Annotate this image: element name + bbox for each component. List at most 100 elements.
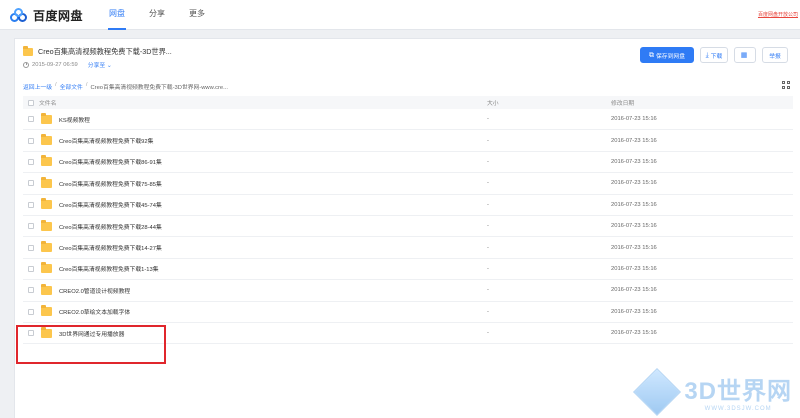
top-bar: 百度网盘 网盘 分享 更多 百度网盘开放公司	[0, 0, 800, 30]
file-size: -	[487, 308, 489, 315]
file-date: 2016-07-23 15:16	[611, 223, 657, 230]
file-name[interactable]: KS视频教程	[59, 115, 90, 124]
row-check-cell	[23, 158, 39, 165]
row-checkbox[interactable]	[28, 223, 34, 230]
share-to-label: 分享至	[87, 63, 106, 69]
logo-text: 百度网盘	[33, 9, 84, 23]
folder-icon	[41, 262, 52, 274]
file-size: -	[487, 116, 489, 123]
share-title: Creo百集高清视频教程免费下载-3D世界...	[38, 47, 172, 56]
file-name[interactable]: Creo百集高清视频教程免费下载92集	[59, 136, 153, 145]
table-row[interactable]: Creo百集高清视频教程免费下载45-74集 - 2016-07-23 15:1…	[23, 195, 793, 216]
file-date: 2016-07-23 15:16	[611, 308, 657, 315]
file-name[interactable]: Creo百集高清视频教程免费下载75-85集	[59, 179, 162, 188]
row-check-cell	[23, 308, 39, 315]
row-check-cell	[23, 287, 39, 294]
file-size: -	[487, 330, 489, 337]
highlight-annotation-box	[16, 325, 166, 364]
row-checkbox[interactable]	[28, 265, 34, 272]
share-date: 2015-09-27 06:59	[32, 61, 78, 68]
file-size: -	[487, 223, 489, 230]
row-name-cell: Creo百集高清视频教程免费下载75-85集	[39, 176, 487, 188]
breadcrumb-all-files[interactable]: 全部文件	[60, 82, 83, 91]
row-name-cell: CREO2.0草绘文本加载字体	[39, 305, 487, 317]
file-name[interactable]: Creo百集高清视频教程免费下载86-91集	[59, 157, 162, 166]
row-checkbox[interactable]	[28, 116, 34, 123]
table-row[interactable]: Creo百集高清视频教程免费下载1-13集 - 2016-07-23 15:16	[23, 259, 793, 281]
file-size: -	[487, 244, 489, 251]
save-to-disk-label: 保存到网盘	[656, 53, 685, 60]
folder-icon	[41, 219, 52, 231]
row-name-cell: Creo百集高清视频教程免费下载45-74集	[39, 198, 487, 210]
qr-code-button[interactable]: ▦	[734, 47, 756, 63]
file-name[interactable]: Creo百集高清视频教程免费下载45-74集	[59, 200, 162, 209]
nav-item-more[interactable]: 更多	[188, 0, 206, 30]
grid-view-icon[interactable]	[782, 81, 790, 89]
row-check-cell	[23, 244, 39, 251]
file-size: -	[487, 180, 489, 187]
row-checkbox[interactable]	[28, 244, 34, 251]
file-name[interactable]: CREO2.0草绘文本加载字体	[59, 307, 130, 316]
row-checkbox[interactable]	[28, 201, 34, 208]
row-check-cell	[23, 180, 39, 187]
breadcrumb-separator: /	[85, 82, 88, 88]
file-size: -	[487, 287, 489, 294]
folder-icon	[41, 112, 52, 124]
share-header: Creo百集高清视频教程免费下载-3D世界...	[23, 46, 172, 57]
row-checkbox[interactable]	[28, 308, 34, 315]
breadcrumb-back[interactable]: 返回上一级	[23, 82, 52, 91]
row-checkbox[interactable]	[28, 137, 34, 144]
file-date: 2016-07-23 15:16	[611, 244, 657, 251]
folder-icon	[41, 305, 52, 317]
table-row[interactable]: CREO2.0草绘文本加载字体 - 2016-07-23 15:16	[23, 302, 793, 323]
report-button[interactable]: 举报	[762, 47, 788, 63]
table-row[interactable]: CREO2.0管道设计视频教程 - 2016-07-23 15:16	[23, 280, 793, 302]
file-date: 2016-07-23 15:16	[611, 137, 657, 144]
file-name[interactable]: Creo百集高清视频教程免费下载28-44集	[59, 222, 162, 231]
main-nav: 网盘 分享 更多	[108, 0, 228, 30]
watermark-title: 3D世界网	[684, 378, 792, 405]
row-check-cell	[23, 137, 39, 144]
table-row[interactable]: Creo百集高清视频教程免费下载28-44集 - 2016-07-23 15:1…	[23, 216, 793, 238]
clock-icon	[23, 61, 29, 68]
file-name[interactable]: Creo百集高清视频教程免费下载1-13集	[59, 264, 159, 273]
table-row[interactable]: Creo百集高清视频教程免费下载92集 - 2016-07-23 15:16	[23, 130, 793, 152]
table-row[interactable]: Creo百集高清视频教程免费下载14-27集 - 2016-07-23 15:1…	[23, 237, 793, 259]
file-date: 2016-07-23 15:16	[611, 116, 657, 123]
save-to-disk-button[interactable]: ⧉ 保存到网盘	[640, 47, 694, 63]
nav-item-share[interactable]: 分享	[148, 0, 166, 30]
file-size: -	[487, 137, 489, 144]
download-button[interactable]: ⤓ 下载	[700, 47, 728, 63]
select-all-checkbox[interactable]	[28, 99, 34, 106]
folder-icon	[23, 46, 33, 56]
row-name-cell: Creo百集高清视频教程免费下载1-13集	[39, 262, 487, 274]
watermark-text: 3D世界网 WWW.3DSJW.COM	[684, 371, 792, 412]
file-name[interactable]: Creo百集高清视频教程免费下载14-27集	[59, 243, 162, 252]
table-row[interactable]: Creo百集高清视频教程免费下载86-91集 - 2016-07-23 15:1…	[23, 152, 793, 174]
action-buttons: ⧉ 保存到网盘 ⤓ 下载 ▦ 举报	[634, 47, 788, 63]
row-check-cell	[23, 223, 39, 230]
watermark-url: WWW.3DSJW.COM	[704, 406, 772, 412]
row-check-cell	[23, 265, 39, 272]
baidu-cloud-logo-icon	[10, 7, 29, 24]
table-row[interactable]: Creo百集高清视频教程免费下载75-85集 - 2016-07-23 15:1…	[23, 173, 793, 195]
nav-item-netdisk[interactable]: 网盘	[108, 0, 126, 30]
download-label: 下载	[710, 53, 723, 60]
row-checkbox[interactable]	[28, 287, 34, 294]
header-name[interactable]: 文件名	[39, 98, 487, 107]
header-size[interactable]: 大小	[487, 98, 611, 107]
save-icon: ⧉	[649, 51, 654, 59]
share-meta: 2015-09-27 06:59 分享至 ⌄	[23, 60, 112, 69]
folder-icon	[41, 176, 52, 188]
logo[interactable]: 百度网盘	[10, 7, 83, 24]
share-to-dropdown[interactable]: 分享至 ⌄	[88, 60, 112, 69]
open-platform-link[interactable]: 百度网盘开放公司	[758, 11, 798, 18]
file-date: 2016-07-23 15:16	[611, 180, 657, 187]
file-name[interactable]: CREO2.0管道设计视频教程	[59, 286, 130, 295]
file-date: 2016-07-23 15:16	[611, 265, 657, 272]
table-row[interactable]: KS视频教程 - 2016-07-23 15:16	[23, 109, 793, 131]
row-checkbox[interactable]	[28, 180, 34, 187]
folder-icon	[41, 155, 52, 167]
row-checkbox[interactable]	[28, 158, 34, 165]
header-date[interactable]: 修改日期	[611, 98, 791, 107]
